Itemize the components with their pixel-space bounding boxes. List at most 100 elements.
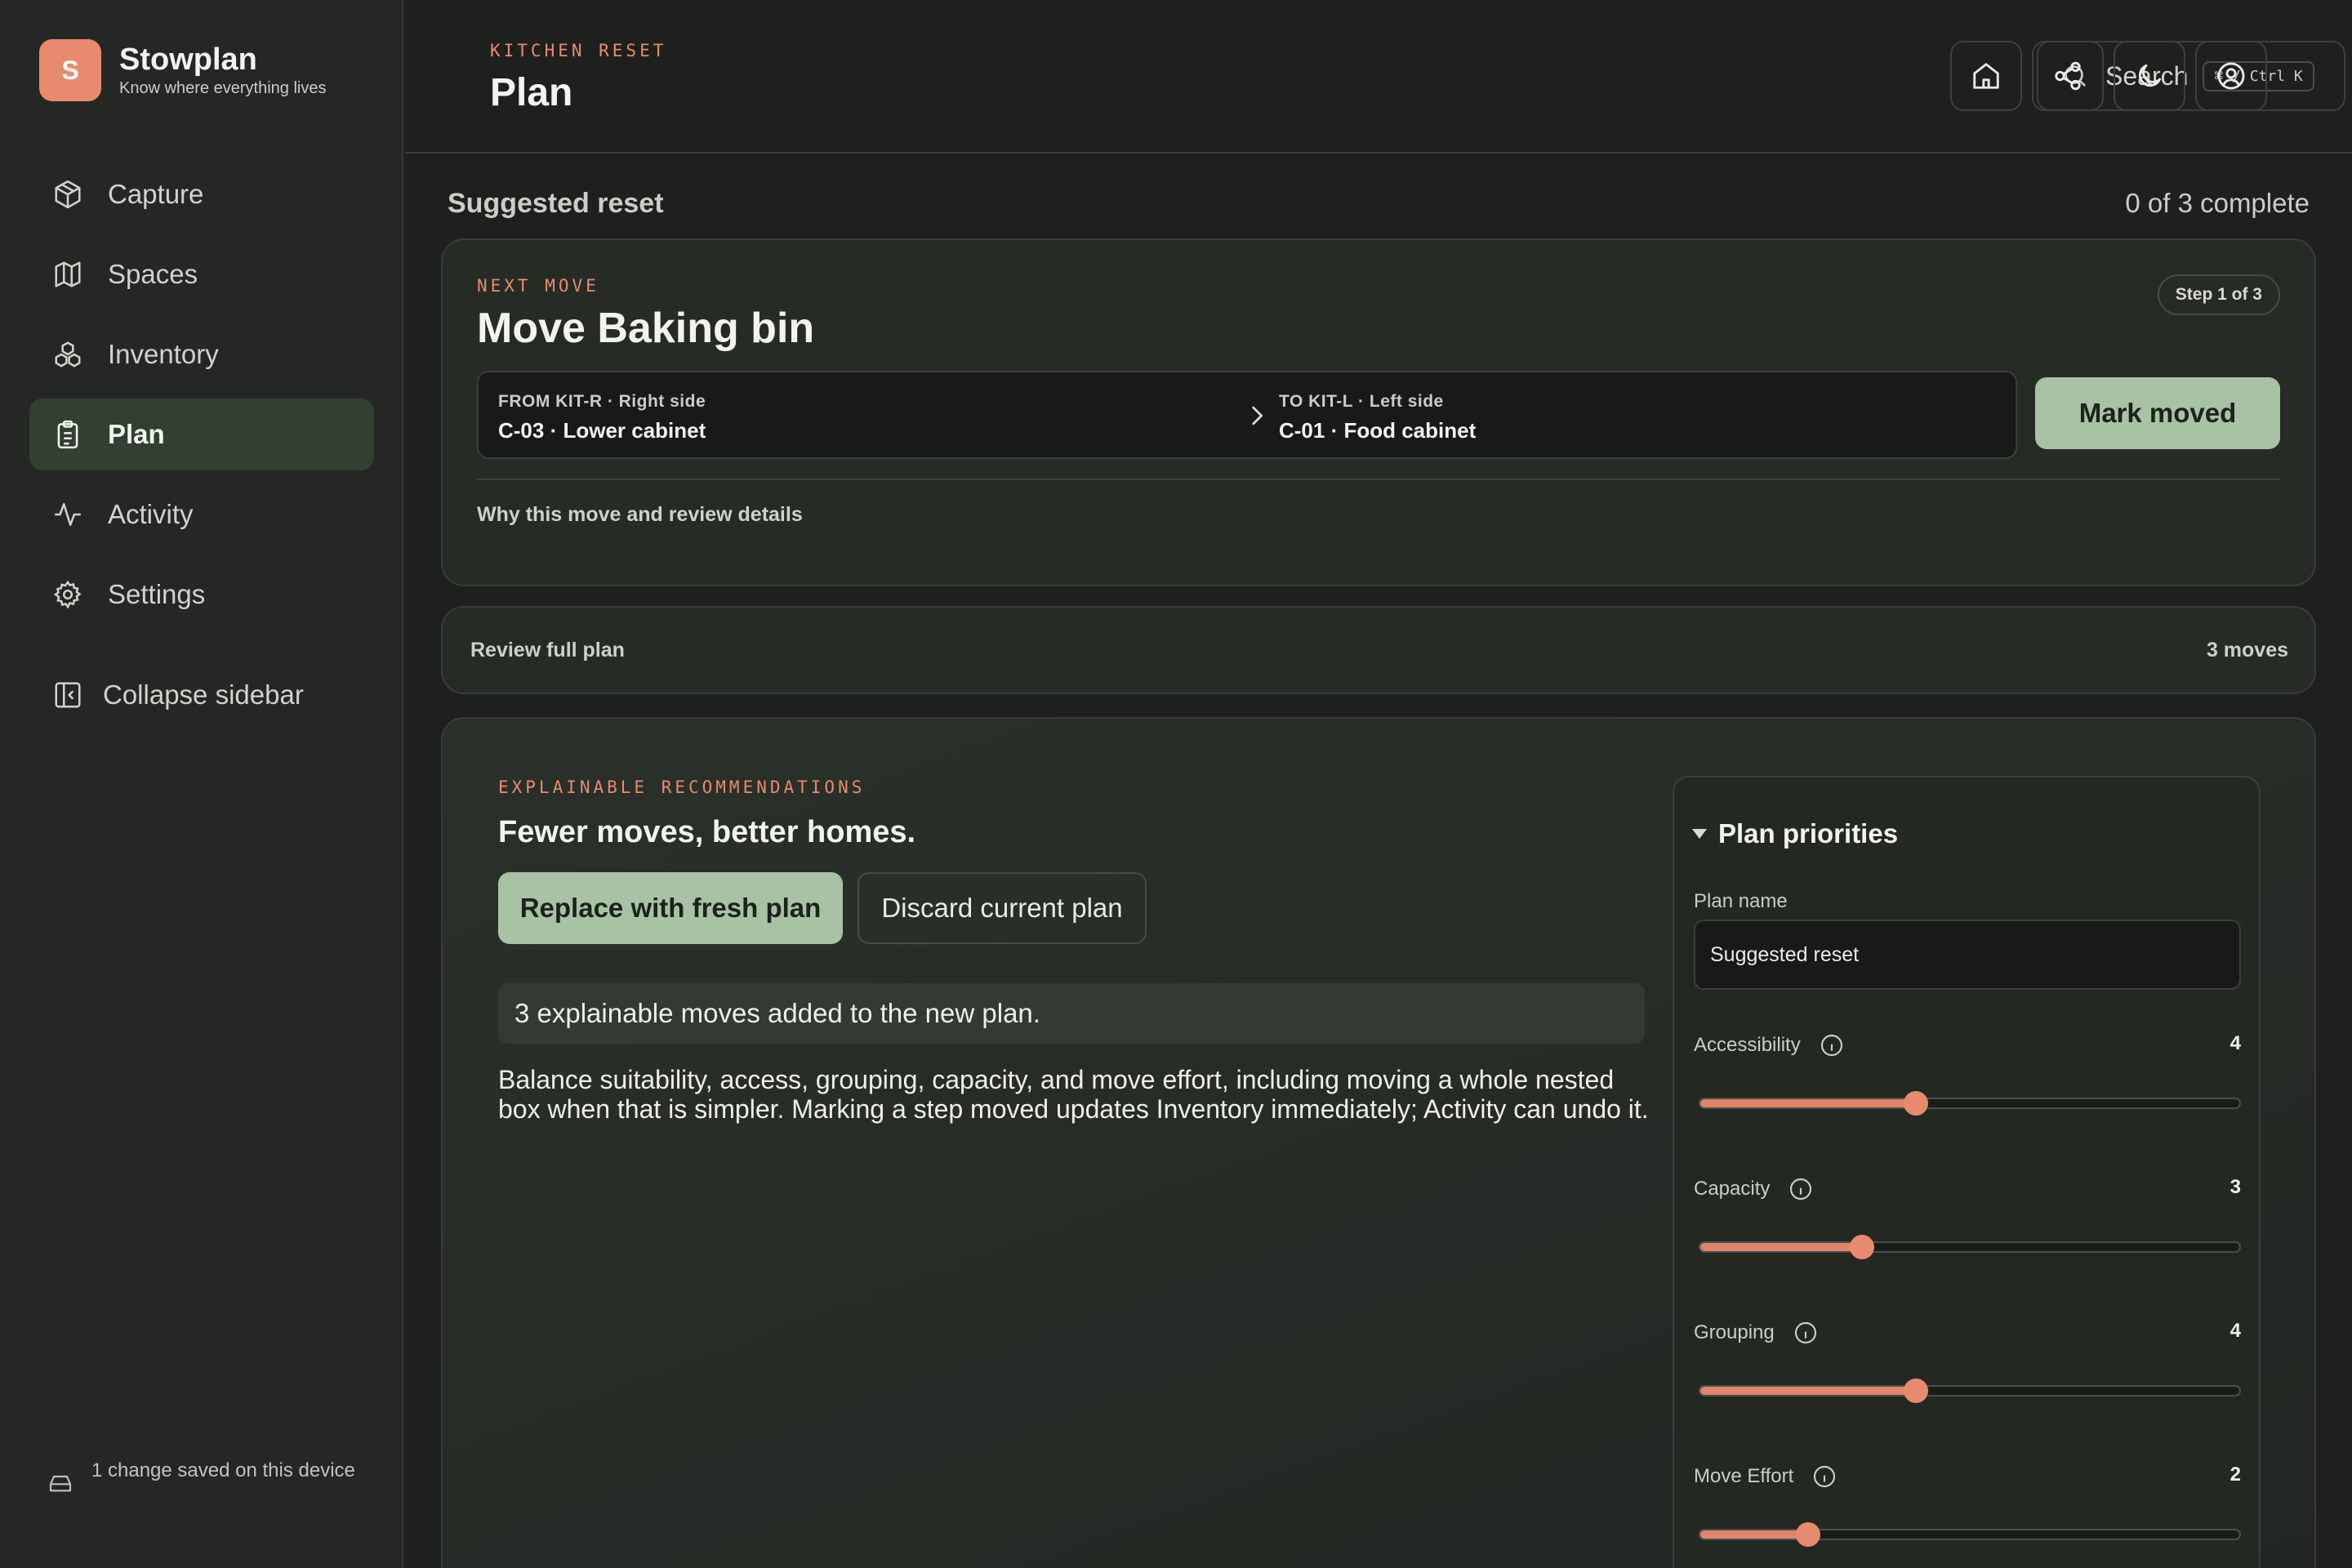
map-icon xyxy=(55,261,81,287)
slider-fill xyxy=(1700,1530,1808,1539)
review-move-count: 3 moves xyxy=(2206,639,2288,662)
info-icon[interactable] xyxy=(1819,1032,1845,1058)
sidebar-item-label: Activity xyxy=(108,499,194,529)
discard-plan-button[interactable]: Discard current plan xyxy=(858,872,1147,944)
page-header: KITCHEN RESET Plan Search ⌘ / Ctrl K xyxy=(405,0,2352,154)
move-to: TO KIT-L · Left side C-01 · Food cabinet xyxy=(1279,392,1476,443)
slider-thumb[interactable] xyxy=(1850,1235,1874,1259)
info-icon[interactable] xyxy=(1793,1320,1819,1346)
slider-value: 2 xyxy=(2230,1463,2241,1486)
plan-priorities-toggle[interactable]: Plan priorities xyxy=(1692,818,1898,849)
next-move-eyebrow: NEXT MOVE xyxy=(477,276,599,296)
sidebar-item-plan[interactable]: Plan xyxy=(29,399,374,470)
slider-track[interactable] xyxy=(1699,1379,2241,1403)
slider-track[interactable] xyxy=(1699,1091,2241,1116)
plan-notice: 3 explainable moves added to the new pla… xyxy=(498,983,1645,1044)
slider-fill xyxy=(1700,1099,1916,1107)
brand-logo: S xyxy=(39,39,101,101)
plan-progress: 0 of 3 complete xyxy=(2125,188,2310,218)
boxes-icon xyxy=(55,341,81,368)
accessibility-slider[interactable]: Accessibility 4 xyxy=(1694,1032,2241,1147)
sidebar: S Stowplan Know where everything lives C… xyxy=(0,0,403,1568)
review-full-plan-label: Review full plan xyxy=(470,639,625,662)
home-button[interactable] xyxy=(1950,41,2022,111)
sidebar-item-capture[interactable]: Capture xyxy=(29,158,374,230)
sidebar-item-label: Inventory xyxy=(108,339,219,369)
plan-name-label: Plan name xyxy=(1694,890,1788,912)
home-icon xyxy=(1973,63,1999,89)
move-to-value: C-01 · Food cabinet xyxy=(1279,418,1477,443)
plan-name-input[interactable] xyxy=(1694,920,2241,990)
brand-name: Stowplan xyxy=(119,42,257,77)
move-to-caption: TO KIT-L · Left side xyxy=(1279,392,1444,411)
gear-icon xyxy=(53,580,82,609)
sidebar-item-label: Plan xyxy=(108,419,165,449)
plan-priorities-title: Plan priorities xyxy=(1718,818,1899,849)
slider-label: Capacity xyxy=(1694,1178,1771,1200)
step-badge: Step 1 of 3 xyxy=(2157,274,2280,315)
sidebar-item-activity[interactable]: Activity xyxy=(29,479,374,550)
sidebar-item-spaces[interactable]: Spaces xyxy=(29,238,374,310)
plan-priorities-panel: Plan priorities Plan name Accessibility … xyxy=(1673,776,2261,1568)
why-this-move-link[interactable]: Why this move and review details xyxy=(477,503,803,527)
next-move-card: NEXT MOVE Move Baking bin Step 1 of 3 FR… xyxy=(441,238,2316,586)
chevron-right-icon xyxy=(1252,406,1263,425)
sidebar-item-label: Spaces xyxy=(108,259,198,289)
slider-track[interactable] xyxy=(1699,1522,2241,1547)
recommendations-card: EXPLAINABLE RECOMMENDATIONS Fewer moves,… xyxy=(441,717,2316,1568)
page-title: Plan xyxy=(490,71,573,114)
user-circle-icon xyxy=(2217,62,2245,90)
sidebar-item-settings[interactable]: Settings xyxy=(29,559,374,630)
collapse-sidebar-label: Collapse sidebar xyxy=(103,679,304,710)
brand-tagline: Know where everything lives xyxy=(119,79,327,97)
replace-plan-button[interactable]: Replace with fresh plan xyxy=(498,872,843,944)
hard-drive-icon xyxy=(49,1475,72,1492)
move-effort-slider[interactable]: Move Effort 2 xyxy=(1694,1463,2241,1568)
move-from-caption: FROM KIT-R · Right side xyxy=(498,392,706,411)
share-button[interactable] xyxy=(2032,41,2104,111)
caret-down-icon xyxy=(1692,829,1707,839)
account-button[interactable] xyxy=(2195,41,2267,111)
slider-thumb[interactable] xyxy=(1904,1379,1928,1403)
slider-thumb[interactable] xyxy=(1796,1522,1820,1547)
theme-toggle-button[interactable] xyxy=(2114,41,2185,111)
recommendations-description: Balance suitability, access, grouping, c… xyxy=(498,1065,1649,1124)
sidebar-collapse-icon xyxy=(55,682,81,708)
sidebar-nav: Capture Spaces Inventory Plan Activity S… xyxy=(29,158,374,639)
grouping-slider[interactable]: Grouping 4 xyxy=(1694,1320,2241,1434)
sidebar-item-label: Settings xyxy=(108,579,206,609)
sidebar-item-inventory[interactable]: Inventory xyxy=(29,318,374,390)
capacity-slider[interactable]: Capacity 3 xyxy=(1694,1176,2241,1290)
slider-value: 3 xyxy=(2230,1176,2241,1198)
info-icon[interactable] xyxy=(1811,1463,1838,1490)
slider-fill xyxy=(1700,1243,1862,1251)
move-from: FROM KIT-R · Right side C-03 · Lower cab… xyxy=(498,392,706,443)
share-icon xyxy=(2055,61,2081,91)
next-move-title: Move Baking bin xyxy=(477,305,815,352)
move-from-value: C-03 · Lower cabinet xyxy=(498,418,706,443)
recommendations-title: Fewer moves, better homes. xyxy=(498,815,916,849)
recommendations-eyebrow: EXPLAINABLE RECOMMENDATIONS xyxy=(498,777,866,797)
plan-name-heading: Suggested reset xyxy=(448,188,664,219)
slider-track[interactable] xyxy=(1699,1235,2241,1259)
slider-fill xyxy=(1700,1387,1916,1395)
saved-status: 1 change saved on this device xyxy=(47,1459,358,1496)
info-icon[interactable] xyxy=(1788,1176,1814,1202)
clipboard-icon xyxy=(57,420,78,449)
slider-label: Accessibility xyxy=(1694,1034,1801,1056)
package-icon xyxy=(55,180,81,209)
divider xyxy=(477,479,2280,480)
review-full-plan-toggle[interactable]: Review full plan 3 moves xyxy=(441,606,2316,694)
brand[interactable]: S Stowplan Know where everything lives xyxy=(39,39,326,101)
activity-icon xyxy=(55,503,81,526)
saved-status-text: 1 change saved on this device xyxy=(91,1459,355,1481)
move-route: FROM KIT-R · Right side C-03 · Lower cab… xyxy=(477,371,2017,459)
slider-thumb[interactable] xyxy=(1904,1091,1928,1116)
mark-moved-button[interactable]: Mark moved xyxy=(2035,377,2280,449)
page-eyebrow: KITCHEN RESET xyxy=(490,41,667,60)
slider-value: 4 xyxy=(2230,1032,2241,1054)
moon-icon xyxy=(2138,64,2162,87)
sidebar-item-label: Capture xyxy=(108,179,204,209)
slider-label: Move Effort xyxy=(1694,1465,1794,1487)
collapse-sidebar-button[interactable]: Collapse sidebar xyxy=(52,679,304,710)
